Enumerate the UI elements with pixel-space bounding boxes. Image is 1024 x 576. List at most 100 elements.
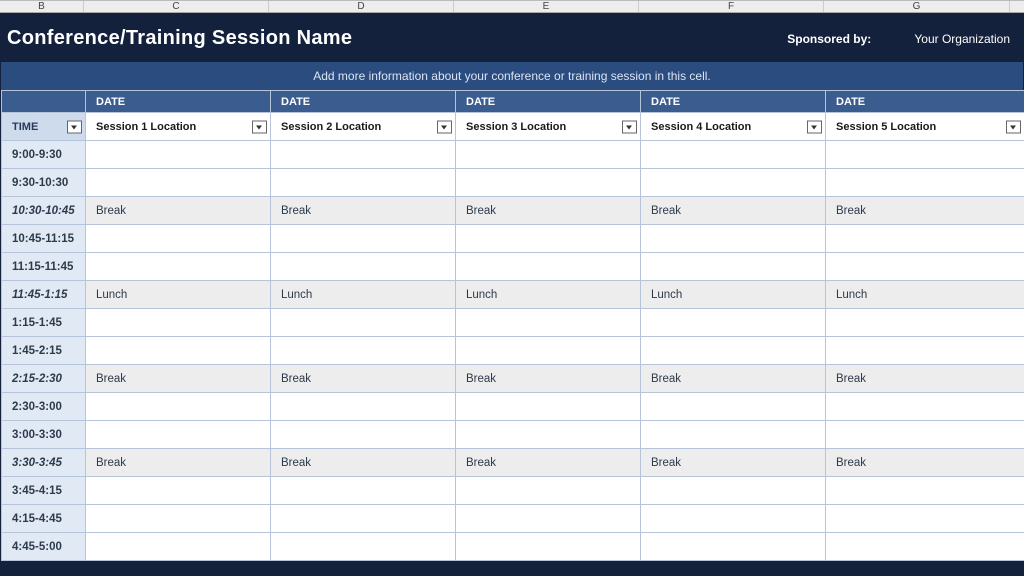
session-cell[interactable] <box>271 421 456 449</box>
session-cell[interactable] <box>826 169 1024 197</box>
session-cell[interactable] <box>86 141 271 169</box>
session-cell[interactable] <box>641 477 826 505</box>
session-cell[interactable] <box>826 225 1024 253</box>
header-session-3[interactable]: Session 3 Location <box>456 113 641 141</box>
time-cell[interactable]: 4:15-4:45 <box>2 505 86 533</box>
session-cell[interactable] <box>641 225 826 253</box>
filter-dropdown-icon[interactable] <box>807 120 822 133</box>
session-cell[interactable]: Break <box>86 365 271 393</box>
session-cell[interactable]: Lunch <box>826 281 1024 309</box>
session-cell[interactable] <box>641 533 826 561</box>
column-letter[interactable]: C <box>84 1 269 12</box>
time-cell[interactable]: 10:45-11:15 <box>2 225 86 253</box>
header-session-5[interactable]: Session 5 Location <box>826 113 1024 141</box>
session-cell[interactable] <box>641 505 826 533</box>
session-cell[interactable] <box>86 505 271 533</box>
time-cell[interactable]: 9:00-9:30 <box>2 141 86 169</box>
session-cell[interactable] <box>86 393 271 421</box>
session-cell[interactable]: Lunch <box>456 281 641 309</box>
session-cell[interactable] <box>456 225 641 253</box>
filter-dropdown-icon[interactable] <box>67 120 82 133</box>
session-cell[interactable] <box>641 421 826 449</box>
session-cell[interactable]: Break <box>271 449 456 477</box>
session-cell[interactable] <box>456 141 641 169</box>
session-cell[interactable] <box>86 309 271 337</box>
session-cell[interactable] <box>86 533 271 561</box>
session-cell[interactable] <box>826 477 1024 505</box>
filter-dropdown-icon[interactable] <box>252 120 267 133</box>
filter-dropdown-icon[interactable] <box>1006 120 1021 133</box>
session-cell[interactable] <box>456 533 641 561</box>
session-cell[interactable] <box>826 505 1024 533</box>
session-cell[interactable] <box>271 505 456 533</box>
session-cell[interactable] <box>641 169 826 197</box>
session-cell[interactable] <box>271 533 456 561</box>
time-cell[interactable]: 3:30-3:45 <box>2 449 86 477</box>
session-cell[interactable]: Break <box>826 449 1024 477</box>
header-time[interactable]: TIME <box>2 113 86 141</box>
session-cell[interactable] <box>86 337 271 365</box>
session-cell[interactable] <box>271 337 456 365</box>
session-cell[interactable]: Break <box>271 365 456 393</box>
column-letter[interactable]: D <box>269 1 454 12</box>
session-cell[interactable] <box>641 141 826 169</box>
session-cell[interactable]: Break <box>826 197 1024 225</box>
session-cell[interactable] <box>456 337 641 365</box>
session-cell[interactable] <box>86 421 271 449</box>
header-session-4[interactable]: Session 4 Location <box>641 113 826 141</box>
time-cell[interactable]: 10:30-10:45 <box>2 197 86 225</box>
session-cell[interactable] <box>826 533 1024 561</box>
session-cell[interactable] <box>456 393 641 421</box>
column-letter[interactable] <box>1010 1 1024 12</box>
session-cell[interactable]: Break <box>456 197 641 225</box>
session-cell[interactable]: Lunch <box>641 281 826 309</box>
time-cell[interactable]: 2:15-2:30 <box>2 365 86 393</box>
session-cell[interactable]: Break <box>641 365 826 393</box>
time-cell[interactable]: 9:30-10:30 <box>2 169 86 197</box>
column-letter[interactable]: F <box>639 1 824 12</box>
session-cell[interactable]: Break <box>641 449 826 477</box>
filter-dropdown-icon[interactable] <box>437 120 452 133</box>
session-cell[interactable] <box>456 421 641 449</box>
column-letter[interactable]: B <box>0 1 84 12</box>
session-cell[interactable]: Lunch <box>86 281 271 309</box>
session-cell[interactable] <box>271 225 456 253</box>
session-cell[interactable] <box>826 309 1024 337</box>
session-cell[interactable]: Break <box>86 449 271 477</box>
session-cell[interactable] <box>271 169 456 197</box>
session-cell[interactable]: Break <box>271 197 456 225</box>
time-cell[interactable]: 11:45-1:15 <box>2 281 86 309</box>
session-cell[interactable]: Lunch <box>271 281 456 309</box>
info-band[interactable]: Add more information about your conferen… <box>1 62 1023 90</box>
session-cell[interactable] <box>456 169 641 197</box>
column-letter[interactable]: G <box>824 1 1010 12</box>
header-session-1[interactable]: Session 1 Location <box>86 113 271 141</box>
time-cell[interactable]: 3:00-3:30 <box>2 421 86 449</box>
time-cell[interactable]: 2:30-3:00 <box>2 393 86 421</box>
header-session-2[interactable]: Session 2 Location <box>271 113 456 141</box>
session-cell[interactable] <box>271 309 456 337</box>
session-cell[interactable] <box>826 393 1024 421</box>
session-cell[interactable] <box>86 253 271 281</box>
session-cell[interactable] <box>641 393 826 421</box>
session-cell[interactable] <box>826 253 1024 281</box>
time-cell[interactable]: 1:45-2:15 <box>2 337 86 365</box>
session-cell[interactable] <box>641 253 826 281</box>
session-cell[interactable] <box>271 393 456 421</box>
session-cell[interactable] <box>86 477 271 505</box>
time-cell[interactable]: 3:45-4:15 <box>2 477 86 505</box>
session-cell[interactable] <box>456 477 641 505</box>
session-cell[interactable]: Break <box>86 197 271 225</box>
session-cell[interactable] <box>86 169 271 197</box>
session-cell[interactable]: Break <box>456 365 641 393</box>
time-cell[interactable]: 1:15-1:45 <box>2 309 86 337</box>
session-cell[interactable] <box>271 253 456 281</box>
time-cell[interactable]: 4:45-5:00 <box>2 533 86 561</box>
time-cell[interactable]: 11:15-11:45 <box>2 253 86 281</box>
session-cell[interactable] <box>456 505 641 533</box>
session-cell[interactable] <box>641 337 826 365</box>
session-cell[interactable] <box>456 309 641 337</box>
session-cell[interactable] <box>641 309 826 337</box>
session-cell[interactable] <box>271 141 456 169</box>
session-cell[interactable] <box>826 141 1024 169</box>
